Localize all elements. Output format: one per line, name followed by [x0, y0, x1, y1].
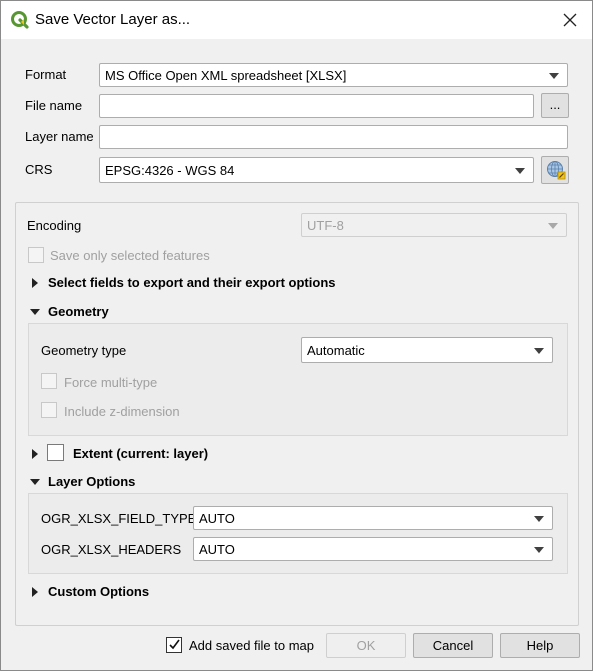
select-fields-label: Select fields to export and their export…	[48, 275, 336, 290]
geometry-type-select[interactable]: Automatic	[301, 337, 553, 363]
crs-selector-button[interactable]	[541, 156, 569, 184]
close-icon[interactable]	[561, 11, 579, 29]
geometry-type-label: Geometry type	[41, 343, 127, 358]
expand-arrow-icon	[32, 587, 38, 597]
encoding-label: Encoding	[27, 218, 82, 233]
chevron-down-icon	[534, 348, 544, 354]
field-types-select[interactable]: AUTO	[193, 506, 553, 530]
collapse-arrow-icon	[30, 309, 40, 315]
layername-label: Layer name	[25, 129, 94, 144]
geometry-toggle[interactable]: Geometry	[27, 302, 147, 322]
chevron-down-icon	[548, 223, 558, 229]
add-to-map-checkbox[interactable]	[166, 637, 182, 653]
headers-label: OGR_XLSX_HEADERS	[41, 542, 182, 557]
force-multi-checkbox[interactable]	[41, 373, 57, 389]
filename-input[interactable]	[99, 94, 534, 118]
select-fields-toggle[interactable]: Select fields to export and their export…	[27, 273, 357, 293]
layername-input[interactable]	[99, 125, 568, 149]
custom-options-label: Custom Options	[48, 584, 150, 599]
ok-button[interactable]: OK	[326, 633, 406, 658]
checkmark-icon	[168, 638, 181, 651]
qgis-logo-icon	[11, 11, 29, 29]
headers-select[interactable]: AUTO	[193, 537, 553, 561]
chevron-down-icon	[549, 73, 559, 79]
crs-label: CRS	[25, 162, 53, 177]
window-title: Save Vector Layer as...	[35, 11, 191, 28]
format-label: Format	[25, 67, 67, 82]
expand-arrow-icon	[32, 449, 38, 459]
layer-options-label: Layer Options	[48, 474, 136, 489]
chevron-down-icon	[534, 516, 544, 522]
extent-label: Extent (current: layer)	[73, 446, 209, 461]
chevron-down-icon	[534, 547, 544, 553]
headers-value: AUTO	[199, 542, 235, 557]
field-types-label: OGR_XLSX_FIELD_TYPES	[41, 511, 206, 526]
include-z-checkbox[interactable]	[41, 402, 57, 418]
title-bar[interactable]: Save Vector Layer as...	[1, 1, 592, 39]
add-to-map-label: Add saved file to map	[189, 638, 315, 653]
expand-arrow-icon	[32, 278, 38, 288]
include-z-label: Include z-dimension	[64, 404, 180, 419]
format-value: MS Office Open XML spreadsheet [XLSX]	[105, 68, 347, 83]
filename-label: File name	[25, 98, 83, 113]
save-vector-layer-dialog: Save Vector Layer as... Format MS Office…	[0, 0, 593, 671]
crs-select[interactable]: EPSG:4326 - WGS 84	[99, 157, 534, 183]
help-button[interactable]: Help	[500, 633, 580, 658]
crs-value: EPSG:4326 - WGS 84	[105, 163, 235, 178]
selected-only-label: Save only selected features	[50, 248, 210, 263]
globe-icon	[546, 160, 566, 180]
geometry-label: Geometry	[48, 304, 109, 319]
geometry-type-value: Automatic	[307, 343, 365, 358]
extent-checkbox[interactable]	[47, 444, 64, 461]
custom-options-toggle[interactable]: Custom Options	[27, 582, 177, 602]
browse-button[interactable]: ...	[541, 93, 569, 118]
selected-only-checkbox[interactable]	[28, 247, 44, 263]
chevron-down-icon	[515, 168, 525, 174]
format-select[interactable]: MS Office Open XML spreadsheet [XLSX]	[99, 63, 568, 87]
field-types-value: AUTO	[199, 511, 235, 526]
layer-options-toggle[interactable]: Layer Options	[27, 472, 167, 492]
collapse-arrow-icon	[30, 479, 40, 485]
encoding-select[interactable]: UTF-8	[301, 213, 567, 237]
cancel-button[interactable]: Cancel	[413, 633, 493, 658]
force-multi-label: Force multi-type	[64, 375, 158, 390]
encoding-value: UTF-8	[307, 218, 344, 233]
